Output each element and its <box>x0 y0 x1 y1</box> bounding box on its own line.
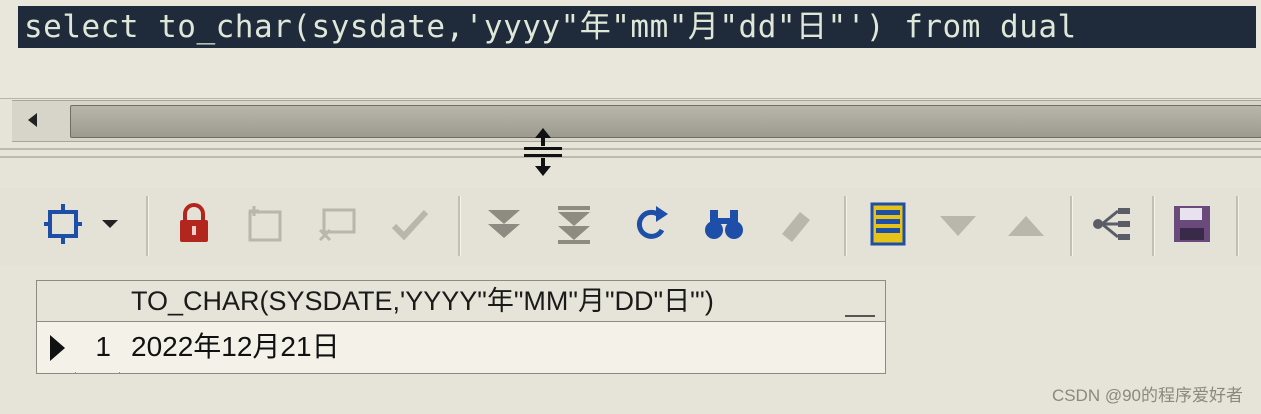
scroll-left-icon[interactable] <box>28 113 37 127</box>
column-button[interactable] <box>845 295 875 317</box>
sql-editor[interactable]: select to_char(sysdate,'yyyy"年"mm"月"dd"日… <box>0 0 1261 99</box>
results-toolbar <box>0 188 1261 266</box>
table-row[interactable]: 1 2022年12月21日 <box>37 322 885 372</box>
export-icon[interactable] <box>866 202 910 246</box>
next-icon[interactable] <box>936 202 980 246</box>
find-icon[interactable] <box>702 202 746 246</box>
connections-icon[interactable] <box>1090 202 1134 246</box>
select-mode-icon[interactable] <box>42 202 128 246</box>
sql-text[interactable]: select to_char(sysdate,'yyyy"年"mm"月"dd"日… <box>18 6 1256 48</box>
watermark: CSDN @90的程序爱好者 <box>1051 386 1243 405</box>
resize-cursor-icon <box>524 128 562 176</box>
fetch-last-icon[interactable] <box>552 202 596 246</box>
chevron-down-icon <box>102 220 118 228</box>
column-header[interactable]: TO_CHAR(SYSDATE,'YYYY"年"MM"月"DD"日"') <box>131 281 714 321</box>
grid-header: TO_CHAR(SYSDATE,'YYYY"年"MM"月"DD"日"') <box>37 281 885 322</box>
fetch-next-icon[interactable] <box>482 202 526 246</box>
previous-icon[interactable] <box>1004 202 1048 246</box>
post-changes-icon[interactable] <box>388 202 432 246</box>
row-number: 1 <box>95 331 111 362</box>
clear-icon[interactable] <box>774 202 818 246</box>
result-cell[interactable]: 2022年12月21日 <box>131 322 340 372</box>
save-icon[interactable] <box>1170 202 1214 246</box>
refresh-icon[interactable] <box>630 202 674 246</box>
result-grid[interactable]: TO_CHAR(SYSDATE,'YYYY"年"MM"月"DD"日"') 1 2… <box>36 280 886 374</box>
delete-record-icon[interactable] <box>316 202 360 246</box>
pane-splitter[interactable] <box>0 148 1261 158</box>
lock-icon[interactable] <box>172 202 216 246</box>
insert-record-icon[interactable] <box>244 202 288 246</box>
horizontal-scrollbar[interactable] <box>12 100 1261 142</box>
scrollbar-thumb[interactable] <box>70 105 1261 138</box>
current-row-icon <box>50 335 65 361</box>
